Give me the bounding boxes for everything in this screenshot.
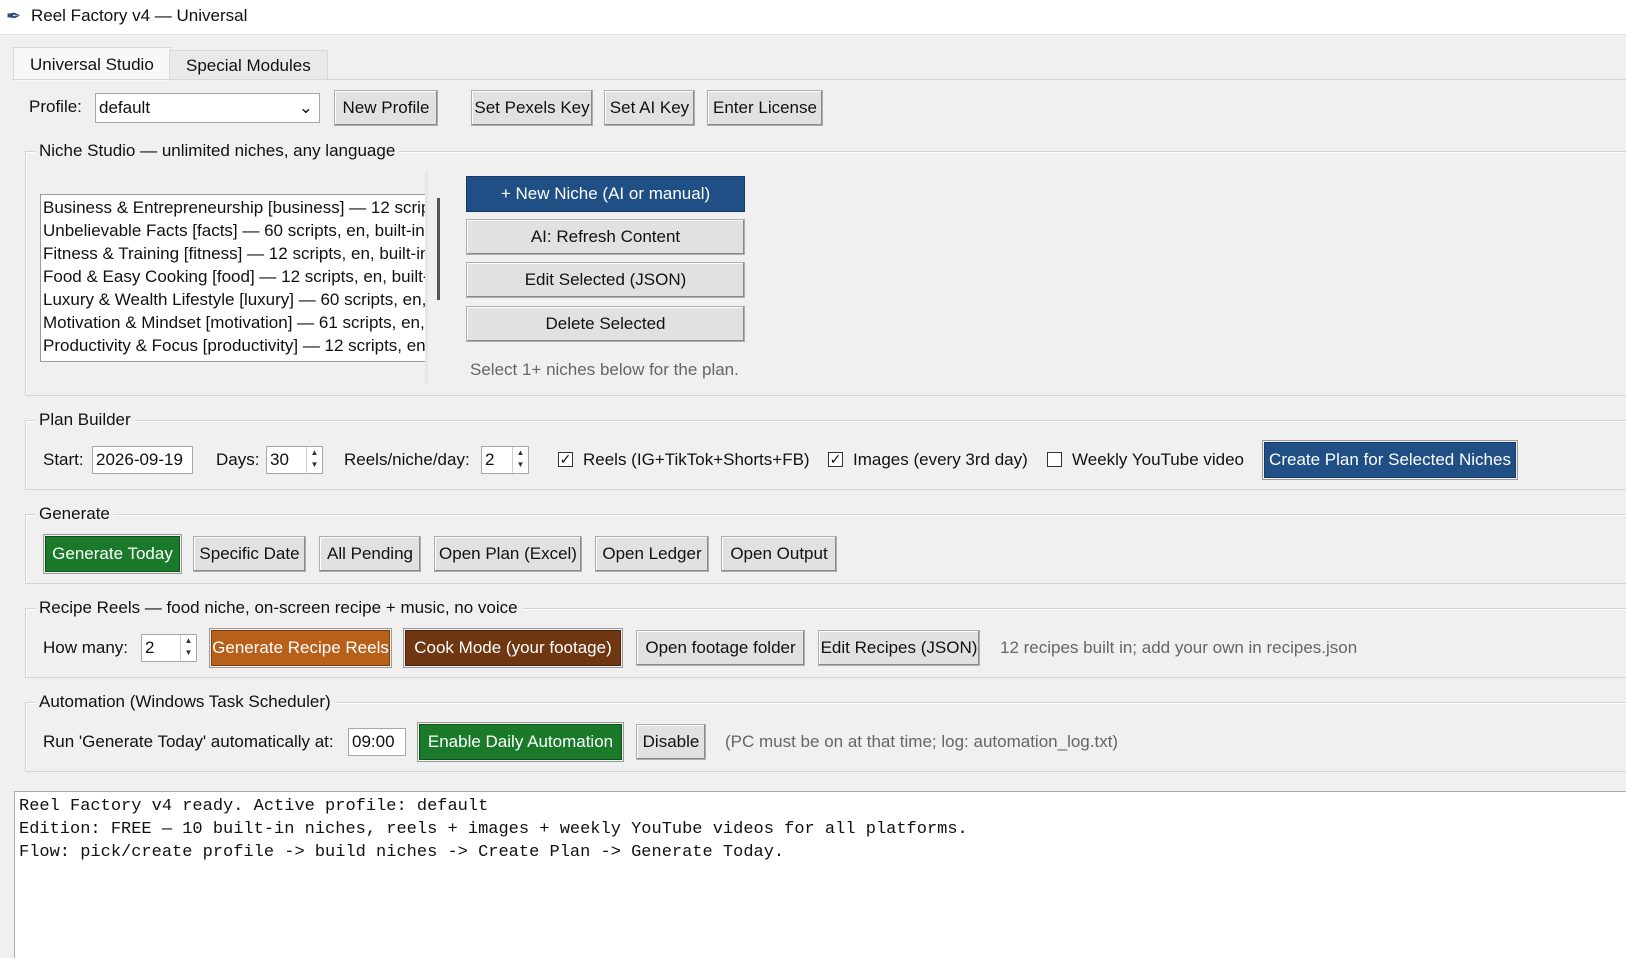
niche-list-scrollbar[interactable]: [437, 198, 440, 300]
youtube-checkbox-label: Weekly YouTube video: [1072, 450, 1245, 469]
profile-label: Profile:: [29, 97, 82, 116]
generate-title: Generate: [35, 504, 114, 524]
automation-hint: (PC must be on at that time; log: automa…: [725, 732, 1119, 751]
cook-mode-button[interactable]: Cook Mode (your footage): [403, 628, 623, 668]
tab-pane-border: [12, 79, 1626, 80]
reels-per-niche-label: Reels/niche/day:: [344, 450, 470, 469]
new-niche-button[interactable]: + New Niche (AI or manual): [466, 176, 745, 212]
how-many-spinbox[interactable]: 2 ▲ ▼: [141, 634, 197, 663]
new-profile-button[interactable]: New Profile: [334, 90, 438, 126]
ai-refresh-content-button[interactable]: AI: Refresh Content: [466, 219, 745, 255]
niche-selection-hint: Select 1+ niches below for the plan.: [470, 360, 739, 379]
plan-builder-title: Plan Builder: [35, 410, 135, 430]
time-input[interactable]: 09:00: [348, 728, 406, 756]
enable-daily-automation-button[interactable]: Enable Daily Automation: [417, 722, 624, 762]
enter-license-button[interactable]: Enter License: [707, 90, 823, 126]
list-item[interactable]: Luxury & Wealth Lifestyle [luxury] — 60 …: [43, 288, 427, 311]
images-checkbox-label: Images (every 3rd day): [853, 450, 1028, 469]
profile-select[interactable]: default ⌄: [95, 93, 320, 123]
days-value: 30: [270, 450, 289, 469]
reels-per-niche-spinbox[interactable]: 2 ▲ ▼: [481, 446, 529, 475]
list-item[interactable]: Productivity & Focus [productivity] — 12…: [43, 334, 427, 357]
delete-selected-button[interactable]: Delete Selected: [466, 306, 745, 342]
all-pending-button[interactable]: All Pending: [319, 536, 421, 572]
reels-per-niche-value: 2: [485, 450, 495, 469]
window-title: Reel Factory v4 — Universal: [31, 6, 248, 25]
open-output-button[interactable]: Open Output: [721, 536, 837, 572]
open-footage-folder-button[interactable]: Open footage folder: [636, 630, 805, 666]
how-many-label: How many:: [43, 638, 129, 657]
specific-date-button[interactable]: Specific Date: [193, 536, 306, 572]
spin-arrows-icon[interactable]: ▲ ▼: [306, 447, 322, 475]
spin-arrows-icon[interactable]: ▲ ▼: [512, 447, 528, 475]
open-ledger-button[interactable]: Open Ledger: [595, 536, 709, 572]
reels-checkbox[interactable]: ✓: [558, 452, 573, 467]
how-many-value: 2: [145, 638, 155, 657]
tab-special-modules[interactable]: Special Modules: [169, 50, 328, 80]
list-item[interactable]: Business & Entrepreneurship [business] —…: [43, 196, 427, 219]
log-line: Flow: pick/create profile -> build niche…: [19, 843, 785, 862]
generate-recipe-reels-button[interactable]: Generate Recipe Reels: [209, 628, 392, 668]
log-line: Edition: FREE — 10 built-in niches, reel…: [19, 820, 968, 839]
niche-listbox[interactable]: Business & Entrepreneurship [business] —…: [40, 194, 428, 362]
list-item[interactable]: Unbelievable Facts [facts] — 60 scripts,…: [43, 219, 425, 242]
start-label: Start:: [43, 450, 84, 469]
spin-arrows-icon[interactable]: ▲ ▼: [180, 635, 196, 663]
set-ai-key-button[interactable]: Set AI Key: [604, 90, 695, 126]
start-date-input[interactable]: 2026-09-19: [92, 446, 193, 474]
reels-checkbox-label: Reels (IG+TikTok+Shorts+FB): [583, 450, 810, 469]
list-item[interactable]: Motivation & Mindset [motivation] — 61 s…: [43, 311, 427, 334]
niche-studio-title: Niche Studio — unlimited niches, any lan…: [35, 141, 400, 161]
niche-list-scroll-track[interactable]: [425, 170, 428, 385]
tab-universal-studio[interactable]: Universal Studio: [13, 47, 171, 81]
edit-recipes-button[interactable]: Edit Recipes (JSON): [818, 630, 980, 666]
run-at-label: Run 'Generate Today' automatically at:: [43, 732, 334, 751]
list-item[interactable]: Fitness & Training [fitness] — 12 script…: [43, 242, 427, 265]
disable-automation-button[interactable]: Disable: [636, 724, 706, 760]
days-label: Days:: [216, 450, 260, 469]
recipes-hint: 12 recipes built in; add your own in rec…: [1000, 638, 1358, 657]
youtube-checkbox[interactable]: [1047, 452, 1062, 467]
create-plan-button[interactable]: Create Plan for Selected Niches: [1262, 440, 1518, 480]
feather-icon: ✒: [6, 6, 22, 26]
profile-select-value: default: [99, 98, 151, 117]
chevron-down-icon: ⌄: [298, 98, 313, 117]
open-plan-button[interactable]: Open Plan (Excel): [434, 536, 582, 572]
images-checkbox[interactable]: ✓: [828, 452, 843, 467]
set-pexels-key-button[interactable]: Set Pexels Key: [471, 90, 593, 126]
list-item[interactable]: Food & Easy Cooking [food] — 12 scripts,…: [43, 265, 427, 288]
recipe-reels-title: Recipe Reels — food niche, on-screen rec…: [35, 598, 522, 618]
edit-selected-json-button[interactable]: Edit Selected (JSON): [466, 262, 745, 298]
generate-today-button[interactable]: Generate Today: [43, 534, 182, 574]
automation-title: Automation (Windows Task Scheduler): [35, 692, 335, 712]
log-console[interactable]: Reel Factory v4 ready. Active profile: d…: [14, 791, 1626, 958]
log-line: Reel Factory v4 ready. Active profile: d…: [19, 797, 489, 816]
days-spinbox[interactable]: 30 ▲ ▼: [266, 446, 323, 475]
